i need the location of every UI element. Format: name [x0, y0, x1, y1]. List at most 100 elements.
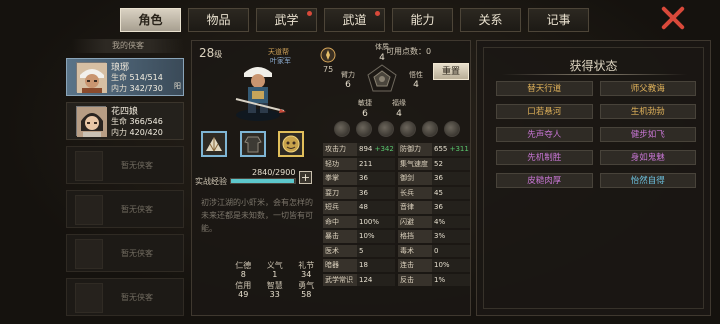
stat-label: 格挡: [398, 230, 432, 243]
stat-value: 0: [432, 244, 470, 257]
empty-hero-slot[interactable]: 暂无侠客: [66, 278, 184, 316]
empty-hero-slot[interactable]: 暂无侠客: [66, 146, 184, 184]
buff-tag[interactable]: 口若悬河: [496, 104, 593, 119]
virtue-cell: 仁德 8: [235, 261, 252, 279]
stat-bonus: +342: [374, 145, 394, 153]
tab-label: 武学: [274, 13, 299, 27]
stat-row: 轻功 211: [323, 157, 395, 170]
virtue-grid: 仁德 8 义气 1 礼节 34 信用 49 智慧 33 勇气 58: [196, 261, 322, 299]
stat-value: 18: [357, 259, 395, 272]
attr-value-fortune: 4: [396, 109, 402, 119]
stat-row: 医术 5: [323, 244, 395, 257]
buff-tag[interactable]: 怡然自得: [599, 173, 696, 188]
skill-slot[interactable]: [378, 121, 394, 137]
equipment-slot-accessory[interactable]: [278, 131, 304, 157]
stat-label: 短兵: [323, 201, 357, 214]
skill-slot[interactable]: [356, 121, 372, 137]
mask-icon: [282, 135, 300, 153]
tab-items[interactable]: 物品: [188, 8, 249, 32]
virtue-cell: 义气 1: [266, 261, 283, 279]
character-level: 28级: [199, 46, 223, 60]
equipment-slot-fan[interactable]: [201, 131, 227, 157]
virtue-cell: [196, 261, 228, 279]
armor-icon: [244, 136, 262, 153]
buff-tag[interactable]: 生机勃勃: [599, 104, 696, 119]
fan-icon: [206, 137, 222, 152]
tab-journal[interactable]: 记事: [528, 8, 589, 32]
attr-value-constitution: 4: [379, 53, 385, 63]
buff-tag[interactable]: 替天行道: [496, 81, 593, 96]
attr-value-agility: 6: [362, 109, 368, 119]
skill-slot[interactable]: [400, 121, 416, 137]
exp-add-button[interactable]: +: [299, 171, 312, 184]
stat-row: 集气速度 52: [398, 157, 470, 170]
stat-label: 闪避: [398, 215, 432, 228]
notification-dot: [375, 11, 380, 16]
stat-row: 短兵 48: [323, 201, 395, 214]
tab-martial-arts[interactable]: 武学: [256, 8, 317, 32]
stat-label: 暗器: [323, 259, 357, 272]
virtue-cell: 礼节 34: [298, 261, 315, 279]
skill-slot[interactable]: [444, 121, 460, 137]
attr-label-comprehension: 悟性: [409, 70, 423, 79]
stat-row: 御剑 36: [398, 172, 470, 185]
empty-portrait: [75, 195, 103, 225]
skill-slot-row: [334, 121, 460, 137]
exp-label: 实战经验: [195, 177, 227, 186]
close-icon[interactable]: [660, 5, 686, 31]
divider: [502, 74, 687, 75]
hero-card-hua-siniang[interactable]: 花四娘 生命 366/546 内力 420/420: [66, 102, 184, 140]
hero-hp: 生命 366/546: [111, 117, 163, 126]
buff-tag[interactable]: 健步如飞: [599, 127, 696, 142]
stat-value: 10%: [357, 230, 395, 243]
buff-tag[interactable]: 皮糙肉厚: [496, 173, 593, 188]
status-frame: 获得状态 替天行道 师父教诲 口若悬河 生机勃勃 先声夺人 健步如飞 先机制胜 身如鬼魅 皮糙肉…: [483, 47, 704, 309]
tab-abilities[interactable]: 能力: [392, 8, 453, 32]
stat-value: 5: [357, 244, 395, 257]
stat-value: 52: [432, 157, 470, 170]
empty-portrait: [75, 283, 103, 313]
stat-row: 拳掌 36: [323, 172, 395, 185]
buff-tag[interactable]: 先机制胜: [496, 150, 593, 165]
notification-dot: [307, 11, 312, 16]
buff-tag[interactable]: 师父教诲: [599, 81, 696, 96]
tab-label: 记事: [546, 13, 571, 27]
attr-label-fortune: 福缘: [392, 98, 406, 107]
virtue-cell: 勇气 58: [298, 281, 315, 299]
tab-martial-way[interactable]: 武道: [324, 8, 385, 32]
stat-row: 连击 10%: [398, 259, 470, 272]
empty-hero-slot[interactable]: 暂无侠客: [66, 190, 184, 228]
stat-row: 毒术 0: [398, 244, 470, 257]
buff-tag[interactable]: 身如鬼魅: [599, 150, 696, 165]
exp-value: 2840/2900: [252, 168, 296, 177]
status-panel: 获得状态 替天行道 师父教诲 口若悬河 生机勃勃 先声夺人 健步如飞 先机制胜 身如鬼魅 皮糙肉…: [476, 40, 711, 316]
skill-slot[interactable]: [334, 121, 350, 137]
empty-slot-label: 暂无侠客: [121, 249, 153, 258]
tab-label: 关系: [478, 13, 503, 27]
tab-bar: 角色 物品 武学 武道 能力 关系 记事: [120, 8, 589, 32]
tab-relations[interactable]: 关系: [460, 8, 521, 32]
empty-hero-slot[interactable]: 暂无侠客: [66, 234, 184, 272]
stat-label: 拳掌: [323, 172, 357, 185]
empty-slot-label: 暂无侠客: [121, 205, 153, 214]
tab-character[interactable]: 角色: [120, 8, 181, 32]
stat-row: 武学常识 124: [323, 273, 395, 286]
stat-label: 攻击力: [323, 143, 357, 156]
skill-slot[interactable]: [422, 121, 438, 137]
tab-label: 武道: [342, 13, 367, 27]
stat-row: 防御力 655 +311: [398, 143, 470, 156]
empty-slot-label: 暂无侠客: [121, 293, 153, 302]
stat-label: 暴击: [323, 230, 357, 243]
character-panel: 28级 天道帮 叶家军 75 体质 4 臂力 6 悟性 4 敏捷 6 福缘 4 …: [191, 40, 471, 316]
stat-label: 连击: [398, 259, 432, 272]
hero-card-langya[interactable]: 琅琊 生命 514/514 内力 342/730 阳: [66, 58, 184, 96]
stat-value: 36: [357, 172, 395, 185]
reset-button[interactable]: 重置: [433, 63, 469, 80]
stat-value: 894 +342: [357, 143, 395, 156]
stat-value: 4%: [432, 215, 470, 228]
virtue-cell: 智慧 33: [266, 281, 283, 299]
equipment-slot-armor[interactable]: [240, 131, 266, 157]
buff-tag[interactable]: 先声夺人: [496, 127, 593, 142]
free-points: 可用点数：0: [386, 47, 432, 56]
stat-label: 毒术: [398, 244, 432, 257]
